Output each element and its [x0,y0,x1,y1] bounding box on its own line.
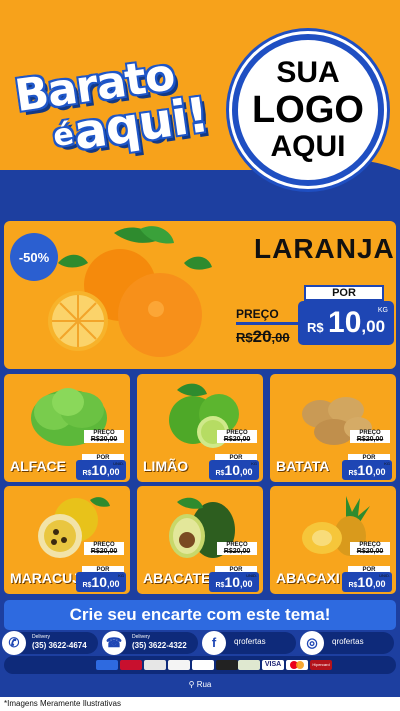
discount-badge: -50% [10,233,58,281]
product-old-price: PREÇO R$20,00 [84,542,124,555]
unit: UNID. [379,573,390,578]
product-name: BATATA [276,458,330,474]
old-price-currency: R$ [236,330,253,345]
card-icon [216,660,238,670]
product-new-price: R$10,00 UNID. [76,460,126,480]
product-old-price: PREÇO R$20,00 [350,430,390,443]
product-old-price: PREÇO R$20,00 [84,430,124,443]
card-icon [120,660,142,670]
location-pin-icon: ⚲ [188,680,195,689]
product-card: ALFACE PREÇO R$20,00 POR R$10,00 UNID. [4,374,130,482]
product-card: LIMÃO PREÇO R$20,00 POR R$10,00 KG [137,374,263,482]
address-text: Rua [196,680,212,689]
product-old-price: PREÇO R$20,00 [350,542,390,555]
product-old-price: PREÇO R$20,00 [217,542,257,555]
cta-banner[interactable]: Crie seu encarte com este tema! [4,600,396,630]
price-int: 10 [357,574,373,590]
old-price-dec: ,00 [271,330,290,345]
product-name: ALFACE [10,458,66,474]
instagram-icon: ◎ [300,631,324,655]
product-new-price: R$10,00 KG [342,460,392,480]
disclaimer: *Imagens Meramente Ilustrativas [0,697,400,711]
hipercard-icon: Hipercard [310,660,332,670]
card-icon [238,660,260,670]
visa-icon: VISA [262,660,284,670]
unit: UNID. [246,573,257,578]
old-value: R$20,00 [350,548,390,555]
card-icon [144,660,166,670]
unit: KG [251,461,257,466]
whatsapp-label: Delivery [32,634,51,640]
product-new-price: R$10,00 KG [76,572,126,592]
facebook-handle: qrofertas [234,637,266,646]
product-name: LIMÃO [143,458,189,474]
payment-methods: VISA Hipercard [4,656,396,674]
contact-bar: ✆ Delivery (35) 3622-4674 ☎ Delivery (35… [2,631,396,655]
product-old-price: PREÇO R$20,00 [217,430,257,443]
phone-number: (35) 3622-4322 [132,641,187,650]
whatsapp-contact[interactable]: ✆ Delivery (35) 3622-4674 [2,631,98,655]
orange-image [48,226,212,357]
new-price: R$ 10,00 KG [298,301,394,345]
old-price-label: PREÇO [236,307,300,325]
price-int: 10 [224,574,240,590]
product-name: ABACAXI [276,570,340,586]
old-price: PREÇO R$20,00 [236,307,300,347]
card-icon [192,660,214,670]
old-price-value: R$20,00 [236,327,300,347]
instagram-handle: qrofertas [332,637,364,646]
product-new-price: R$10,00 UNID. [209,572,259,592]
old-value: R$20,00 [84,436,124,443]
product-card: ABACAXI PREÇO R$20,00 POR R$10,00 UNID. [270,486,396,594]
flyer-page: Barato éaqui! SUA LOGO AQUI -50% LARANJA… [0,0,400,711]
logo-line2: LOGO [252,89,364,131]
old-value: R$20,00 [84,548,124,555]
facebook-icon: f [202,631,226,655]
logo-placeholder: SUA LOGO AQUI [232,34,384,186]
old-value: R$20,00 [350,436,390,443]
facebook-contact[interactable]: f qrofertas [202,631,296,655]
phone-icon: ☎ [102,631,126,655]
new-price-int: 10 [328,306,362,339]
old-value: R$20,00 [217,548,257,555]
new-price-currency: R$ [306,320,324,335]
mastercard-icon [286,660,308,670]
price-int: 10 [357,462,373,478]
card-icon [96,660,118,670]
price-int: 10 [91,462,107,478]
product-card: MARACUJÁ PREÇO R$20,00 POR R$10,00 KG [4,486,130,594]
phone-contact[interactable]: ☎ Delivery (35) 3622-4322 [102,631,198,655]
product-card: BATATA PREÇO R$20,00 POR R$10,00 KG [270,374,396,482]
whatsapp-phone: (35) 3622-4674 [32,641,87,650]
product-new-price: R$10,00 KG [209,460,259,480]
product-new-price: R$10,00 UNID. [342,572,392,592]
product-card: ABACATE PREÇO R$20,00 POR R$10,00 UNID. [137,486,263,594]
featured-name: LARANJA [254,233,395,264]
new-price-unit: KG [377,307,388,314]
price-int: 10 [224,462,240,478]
logo-line3: AQUI [270,130,346,163]
old-price-int: 20 [252,327,272,346]
price-int: 10 [91,574,107,590]
unit: KG [118,573,124,578]
address: ⚲ Rua [0,678,400,692]
logo-line1: SUA [276,56,340,89]
product-name: ABACATE [143,570,211,586]
card-icon [168,660,190,670]
old-value: R$20,00 [217,436,257,443]
unit: UNID. [113,461,124,466]
instagram-contact[interactable]: ◎ qrofertas [300,631,394,655]
phone-label: Delivery [132,634,151,640]
whatsapp-icon: ✆ [2,631,26,655]
unit: KG [384,461,390,466]
por-label: POR [304,285,384,301]
brand-e: é [51,116,76,155]
featured-product-card: -50% LARANJA PREÇO R$20,00 POR R$ 10,00 … [4,221,396,369]
